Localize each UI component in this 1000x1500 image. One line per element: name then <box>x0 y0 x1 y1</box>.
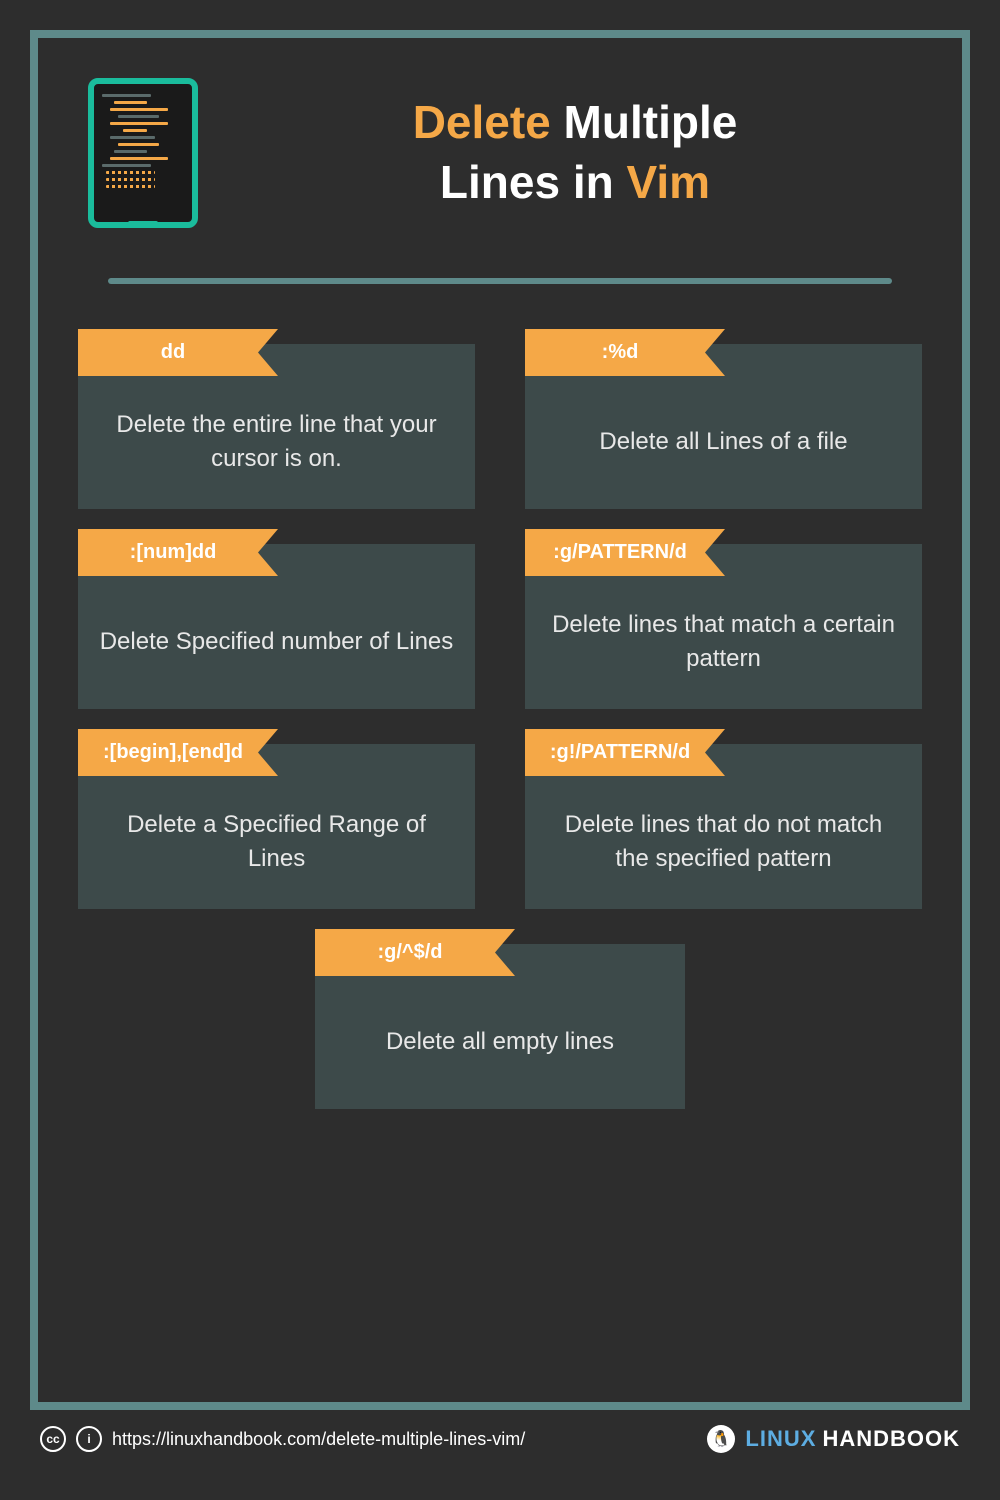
command-description: Delete a Specified Range of Lines <box>98 808 455 875</box>
brand-text-linux: LINUX <box>745 1426 816 1451</box>
command-label: :g/^$/d <box>315 929 515 976</box>
command-card: :g!/PATTERN/d Delete lines that do not m… <box>525 744 922 909</box>
content-frame: Delete Multiple Lines in Vim dd Delete t… <box>30 30 970 1410</box>
attribution-icon: i <box>76 1426 102 1452</box>
command-description: Delete lines that match a certain patter… <box>545 608 902 675</box>
command-label: :g/PATTERN/d <box>525 529 725 576</box>
command-description: Delete the entire line that your cursor … <box>98 408 455 475</box>
commands-grid: dd Delete the entire line that your curs… <box>68 344 932 1109</box>
command-description: Delete all Lines of a file <box>599 425 847 459</box>
command-description: Delete lines that do not match the speci… <box>545 808 902 875</box>
cc-license-icon: cc <box>40 1426 66 1452</box>
command-label: :[begin],[end]d <box>78 729 278 776</box>
tablet-code-icon <box>88 78 198 228</box>
title-word-delete: Delete <box>413 96 551 148</box>
command-card: :[num]dd Delete Specified number of Line… <box>78 544 475 709</box>
command-card: :%d Delete all Lines of a file <box>525 344 922 509</box>
footer-brand: 🐧 LINUX HANDBOOK <box>707 1425 960 1453</box>
footer-attribution: cc i https://linuxhandbook.com/delete-mu… <box>40 1426 525 1452</box>
command-card: :[begin],[end]d Delete a Specified Range… <box>78 744 475 909</box>
source-url: https://linuxhandbook.com/delete-multipl… <box>112 1429 525 1450</box>
command-label: :g!/PATTERN/d <box>525 729 725 776</box>
header: Delete Multiple Lines in Vim <box>68 78 932 228</box>
penguin-icon: 🐧 <box>707 1425 735 1453</box>
command-label: :%d <box>525 329 725 376</box>
title-word-vim: Vim <box>627 156 711 208</box>
footer: cc i https://linuxhandbook.com/delete-mu… <box>30 1410 970 1453</box>
command-description: Delete Specified number of Lines <box>100 625 454 659</box>
command-label: dd <box>78 329 278 376</box>
title-word-multiple: Multiple <box>564 96 738 148</box>
divider <box>108 278 892 284</box>
page-title: Delete Multiple Lines in Vim <box>238 93 912 213</box>
command-card: :g/^$/d Delete all empty lines <box>315 944 685 1109</box>
command-label: :[num]dd <box>78 529 278 576</box>
command-description: Delete all empty lines <box>386 1025 614 1059</box>
command-card: :g/PATTERN/d Delete lines that match a c… <box>525 544 922 709</box>
brand-text-handbook: HANDBOOK <box>822 1426 960 1451</box>
command-card: dd Delete the entire line that your curs… <box>78 344 475 509</box>
title-word-lines-in: Lines in <box>440 156 614 208</box>
